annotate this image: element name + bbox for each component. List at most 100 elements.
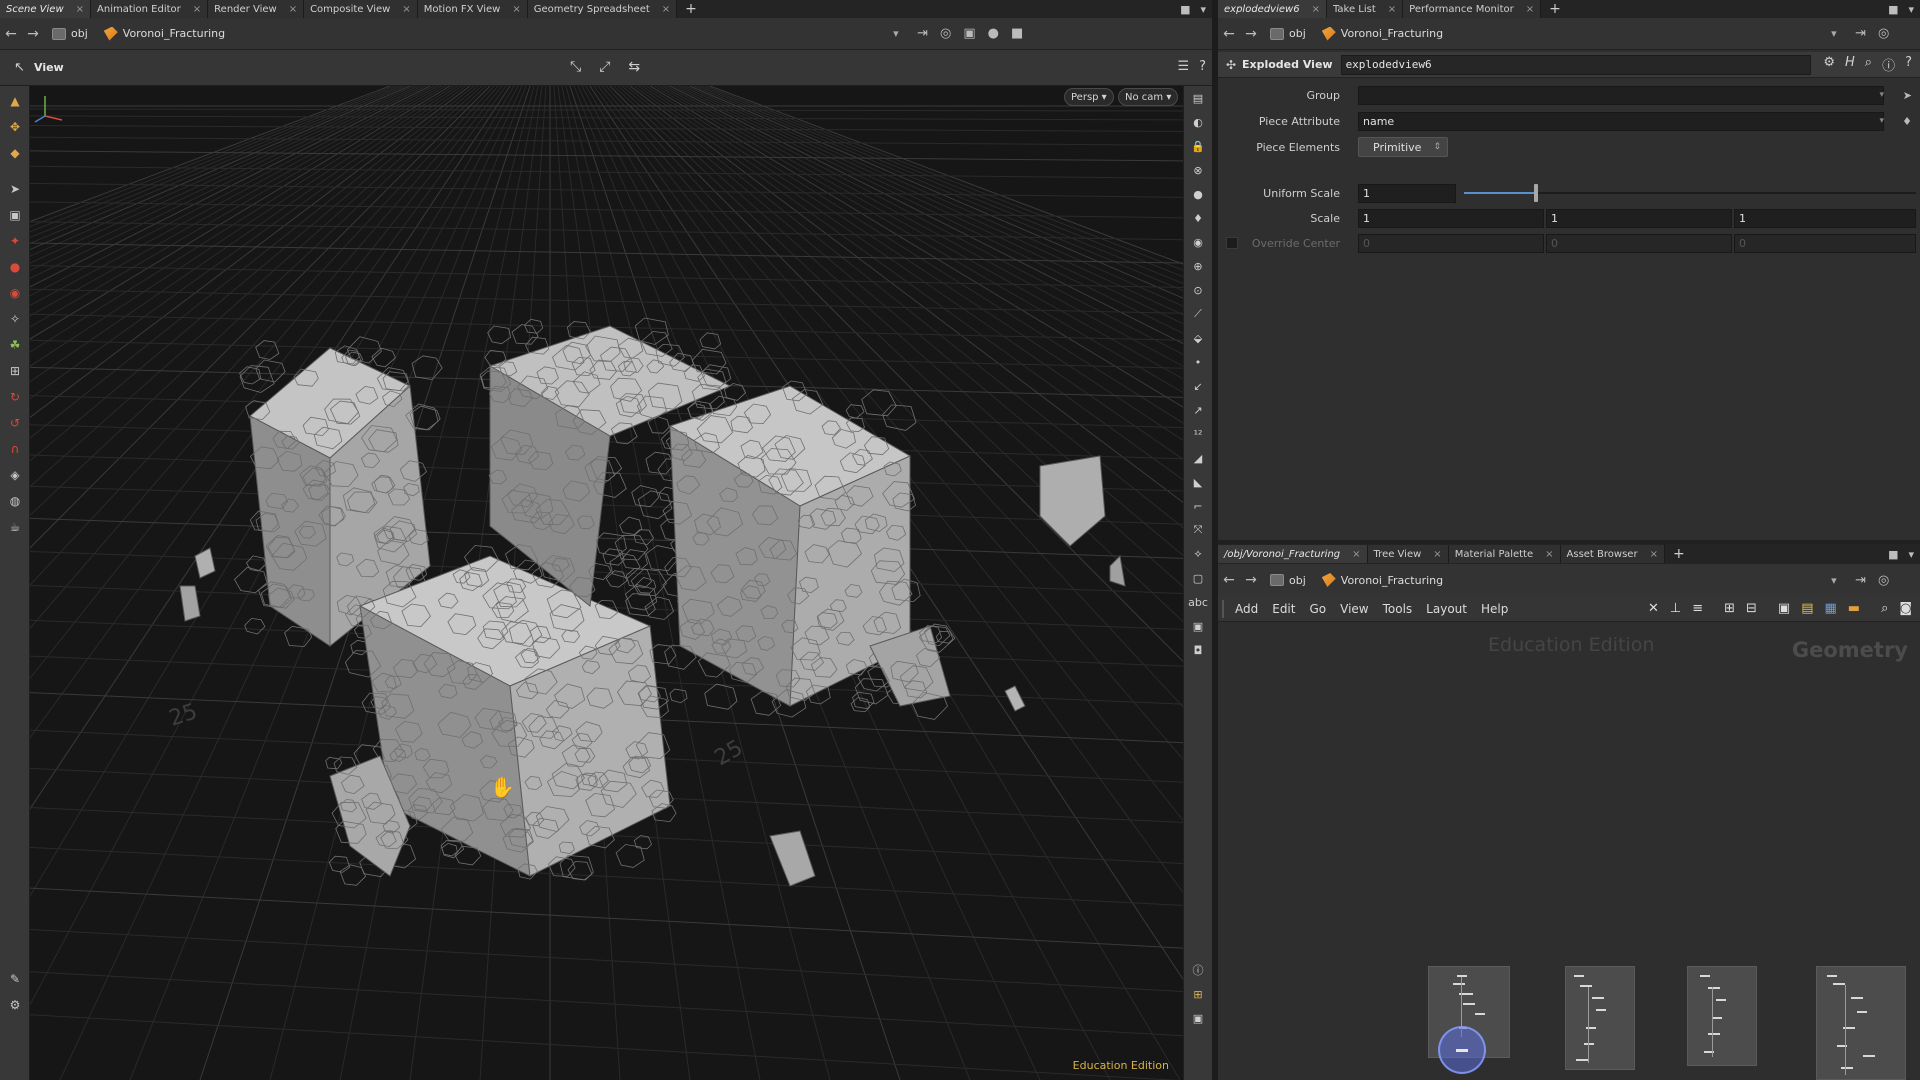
number-display-icon[interactable]: ¹² — [1188, 424, 1208, 444]
prim-normals-icon[interactable]: ◢ — [1188, 448, 1208, 468]
persp-dropdown[interactable]: Persp ▾ — [1064, 88, 1114, 106]
group-field[interactable] — [1358, 85, 1884, 105]
pin-icon[interactable]: ⇥ — [1855, 573, 1866, 588]
settings-icon[interactable]: ⚙ — [4, 994, 26, 1016]
forward-arrow-icon[interactable]: → — [1240, 26, 1262, 42]
light-tool-icon[interactable]: ☕ — [4, 516, 26, 538]
wrench-icon[interactable]: ✕ — [1648, 601, 1659, 616]
pin-icon[interactable]: ⇥ — [917, 26, 928, 41]
close-icon[interactable]: × — [1650, 549, 1658, 560]
magnet-icon[interactable]: ∩ — [4, 438, 26, 460]
brush-tool-icon[interactable]: ◉ — [4, 282, 26, 304]
node-thumbnail[interactable] — [1816, 966, 1906, 1080]
search-icon[interactable]: ⌕ — [1881, 601, 1888, 616]
menu-edit[interactable]: Edit — [1265, 602, 1302, 616]
close-icon[interactable]: × — [1545, 549, 1553, 560]
path-node[interactable]: Voronoi_Fracturing — [1314, 22, 1451, 46]
ghost-icon[interactable]: ◐ — [1188, 112, 1208, 132]
path-dropdown-icon[interactable]: ▾ — [893, 27, 909, 40]
help-icon[interactable]: ? — [1905, 55, 1912, 74]
forward-arrow-icon[interactable]: → — [22, 26, 44, 42]
camera-dropdown[interactable]: No cam ▾ — [1118, 88, 1179, 106]
scale-x-field[interactable]: 1 — [1358, 208, 1544, 228]
network-box-icon[interactable]: ▦ — [1825, 601, 1837, 616]
transform-icon[interactable]: ⇆ — [628, 59, 640, 75]
menu-layout[interactable]: Layout — [1419, 602, 1474, 616]
close-icon[interactable]: × — [1312, 4, 1320, 15]
close-icon[interactable]: × — [193, 4, 201, 15]
shading-icon[interactable]: ● — [988, 26, 999, 41]
path-dropdown-icon[interactable]: ▾ — [1831, 574, 1847, 587]
select-arrow-icon[interactable]: ➤ — [1903, 89, 1912, 102]
normal-display-icon[interactable]: ↙ — [1188, 376, 1208, 396]
tab-composite-view[interactable]: Composite View × — [304, 0, 418, 18]
gear-icon[interactable]: ⚙ — [1823, 55, 1835, 74]
snapshot-icon[interactable]: ◘ — [1188, 640, 1208, 660]
sticky-note-icon[interactable]: ▤ — [1801, 601, 1813, 616]
maximize-pane-icon[interactable]: ■ — [1180, 3, 1190, 16]
path-node[interactable]: Voronoi_Fracturing — [1314, 568, 1451, 592]
uniform-scale-slider[interactable] — [1464, 184, 1916, 202]
shading-sphere-icon[interactable]: ● — [1188, 184, 1208, 204]
add-tab-button[interactable]: + — [1665, 546, 1693, 562]
pointer-icon[interactable]: ➤ — [4, 178, 26, 200]
render-tool-icon[interactable]: ◍ — [4, 490, 26, 512]
lock-icon[interactable]: ▣ — [4, 204, 26, 226]
dim-tool-icon[interactable]: ✧ — [4, 308, 26, 330]
menu-help[interactable]: Help — [1474, 602, 1515, 616]
node-name-field[interactable]: explodedview6 — [1340, 54, 1811, 75]
snap-tool-icon[interactable]: ↺ — [4, 412, 26, 434]
piece-attribute-field[interactable]: name — [1358, 111, 1884, 131]
wire-icon[interactable]: ⟋ — [1188, 304, 1208, 324]
camera-tool-icon[interactable]: ◈ — [4, 464, 26, 486]
override-y-field[interactable]: 0 — [1546, 233, 1732, 253]
maximize-pane-icon[interactable]: ■ — [1888, 3, 1898, 16]
handle-tool-icon[interactable]: ✦ — [4, 230, 26, 252]
lock-camera-icon[interactable]: 🔒 — [1188, 136, 1208, 156]
text-display-icon[interactable]: abc — [1188, 592, 1208, 612]
tab-scene-view[interactable]: Scene View × — [0, 0, 92, 18]
screen-icon[interactable]: ■ — [1011, 26, 1023, 41]
override-z-field[interactable]: 0 — [1734, 233, 1916, 253]
maximize-pane-icon[interactable]: ■ — [1888, 548, 1898, 561]
tab-material-palette[interactable]: Material Palette × — [1448, 545, 1561, 563]
path-node[interactable]: Voronoi_Fracturing — [96, 22, 233, 46]
menu-tools[interactable]: Tools — [1376, 602, 1420, 616]
rotate-tool-icon[interactable]: ◆ — [4, 142, 26, 164]
tab-tree-view[interactable]: Tree View × — [1367, 545, 1449, 563]
grid-view-icon[interactable]: ⊞ — [1724, 601, 1735, 616]
tab-animation-editor[interactable]: Animation Editor × — [91, 0, 209, 18]
add-tab-button[interactable]: + — [1541, 1, 1569, 17]
background-image-icon[interactable]: ▣ — [1188, 616, 1208, 636]
paint-icon[interactable]: ✎ — [4, 968, 26, 990]
3d-viewport[interactable]: 25 25 ✋ Persp ▾ No cam ▾ Education Editi… — [30, 86, 1183, 1080]
dropper-icon[interactable]: ♦ — [1902, 115, 1912, 128]
link-icon[interactable]: ◎ — [1878, 573, 1889, 588]
close-icon[interactable]: × — [1433, 549, 1441, 560]
close-icon[interactable]: × — [289, 4, 297, 15]
back-arrow-icon[interactable]: ← — [1218, 572, 1240, 588]
path-obj[interactable]: obj — [1262, 568, 1314, 592]
tile-icon[interactable]: ⊟ — [1746, 601, 1757, 616]
tab-take-list[interactable]: Take List × — [1326, 0, 1404, 18]
path-dropdown-icon[interactable]: ▾ — [1831, 27, 1847, 40]
search-icon[interactable]: ⌕ — [1865, 55, 1872, 74]
image-icon[interactable]: ▣ — [1778, 601, 1790, 616]
scale-z-field[interactable]: 1 — [1734, 208, 1916, 228]
pane-menu-icon[interactable]: ▾ — [1200, 3, 1206, 16]
tab-performance-monitor[interactable]: Performance Monitor × — [1403, 0, 1542, 18]
network-editor[interactable]: Education Edition Geometry — [1218, 622, 1920, 1080]
path-obj[interactable]: obj — [44, 22, 96, 46]
piece-elements-menu[interactable]: Primitive ⇕ — [1358, 137, 1448, 157]
layout-icon[interactable]: ☰ — [1177, 59, 1189, 74]
tab-asset-browser[interactable]: Asset Browser × — [1560, 545, 1665, 563]
slider-knob[interactable] — [1534, 184, 1539, 202]
info-icon[interactable]: ⓘ — [1882, 55, 1895, 74]
back-arrow-icon[interactable]: ← — [0, 26, 22, 42]
menu-add[interactable]: Add — [1228, 602, 1265, 616]
move-tool-icon[interactable]: ✥ — [4, 116, 26, 138]
break-icon[interactable]: ⤧ — [1188, 520, 1208, 540]
grid-display-icon[interactable]: ⊞ — [1188, 984, 1208, 1004]
pin-icon[interactable]: ⇥ — [1855, 26, 1866, 41]
uv-icon[interactable]: ⌐ — [1188, 496, 1208, 516]
